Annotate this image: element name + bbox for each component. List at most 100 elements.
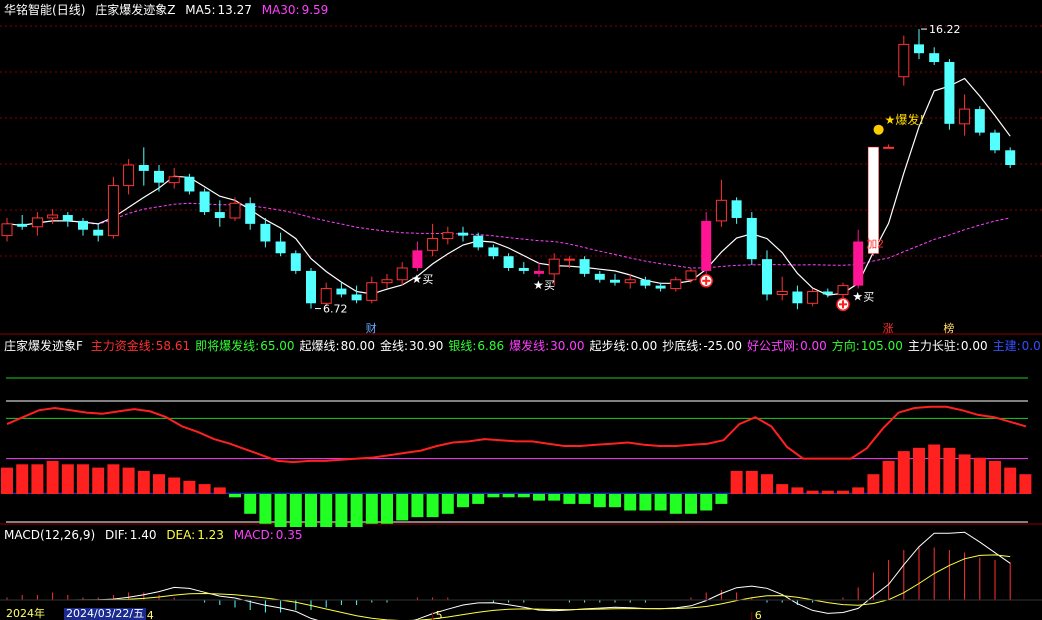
candle-body	[473, 235, 484, 248]
candle	[381, 273, 393, 289]
dea-line	[7, 554, 1011, 620]
oscillator-bar	[183, 480, 196, 494]
oscillator-bar	[609, 494, 621, 508]
dea-value: 1.23	[197, 528, 224, 542]
candle	[594, 270, 605, 283]
indicator-panel	[1, 377, 1032, 527]
candlestick-series	[1, 29, 1016, 310]
candle-body	[138, 165, 149, 171]
candle	[959, 94, 971, 136]
candle-body	[306, 270, 316, 304]
candle-body	[701, 220, 712, 271]
oscillator-bar	[867, 474, 880, 494]
low-price-label: 6.72	[323, 303, 348, 316]
oscillator-bar	[153, 474, 165, 494]
candle	[807, 288, 819, 307]
oscillator-bar	[669, 494, 682, 514]
candle	[245, 197, 256, 230]
candle	[78, 217, 88, 236]
candle	[1005, 147, 1016, 168]
oscillator-bar	[852, 487, 865, 494]
candle	[107, 176, 119, 239]
candle-body	[579, 259, 590, 274]
candle-body	[685, 270, 697, 281]
oscillator-bar	[122, 467, 135, 494]
oscillator-bar	[593, 494, 606, 508]
oscillator-bar	[381, 494, 393, 524]
indicator-name[interactable]: 庄家爆发迹象Z	[95, 3, 175, 17]
bottom-marker: 榜	[943, 321, 954, 335]
oscillator-bar	[806, 490, 819, 494]
oscillator-bar	[77, 464, 89, 494]
candle	[883, 144, 895, 149]
field-value: 0.00	[960, 339, 988, 353]
field-label: 银线:	[448, 339, 477, 353]
oscillator-bar	[517, 494, 530, 498]
candle-body	[427, 238, 439, 251]
candle-body	[290, 253, 301, 271]
period-label[interactable]: (日线)	[52, 3, 85, 17]
oscillator-bar	[943, 447, 956, 494]
candle	[762, 250, 772, 301]
year-label: 2024年	[6, 607, 45, 620]
candle-body	[336, 288, 347, 295]
candle-body	[229, 202, 241, 219]
candle-body	[442, 232, 454, 240]
candle	[275, 232, 286, 257]
candle	[701, 212, 712, 277]
price-gridlines	[0, 25, 1042, 525]
oscillator-bar	[335, 494, 348, 527]
dif-value: 1.40	[129, 528, 157, 542]
stock-name[interactable]: 华铭智能	[4, 3, 52, 17]
field-value: -25.00	[703, 339, 743, 353]
oscillator-bar	[578, 494, 591, 504]
ma30-value: 9.59	[301, 3, 329, 17]
candle-body	[640, 279, 651, 286]
candle-body	[1005, 150, 1016, 165]
oscillator-bar	[837, 490, 849, 494]
candle-body	[1, 223, 13, 237]
oscillator-bar	[213, 487, 226, 494]
candle-body	[762, 259, 772, 295]
oscillator-bar	[441, 494, 454, 514]
burst-label: ★爆发!	[885, 112, 925, 127]
candle-body	[837, 285, 849, 295]
field-label: 主力长驻:	[907, 339, 960, 353]
ma5-value: 13.27	[217, 3, 252, 17]
ma5-label: MA5:	[185, 3, 216, 17]
candle-body	[184, 176, 195, 192]
oscillator-bar	[624, 494, 637, 511]
candle-body	[123, 164, 135, 187]
oscillator-bar	[730, 470, 743, 494]
candle	[154, 165, 164, 192]
candle	[792, 285, 803, 310]
indicator-title[interactable]: 庄家爆发迹象F	[4, 339, 83, 353]
candle	[776, 276, 788, 301]
high-price-label: 16.22	[929, 23, 961, 36]
oscillator-bar	[1004, 467, 1017, 494]
oscillator-bar	[168, 477, 181, 494]
candle-body	[746, 217, 757, 260]
macd-title[interactable]: MACD(12,26,9)	[4, 528, 95, 542]
candle-body	[776, 291, 788, 295]
candle-body	[31, 217, 43, 228]
oscillator-bar	[791, 487, 804, 494]
candle	[442, 226, 454, 245]
candle-body	[503, 256, 514, 268]
candle	[610, 273, 620, 286]
field-value: 80.00	[340, 339, 375, 353]
oscillator-bar	[350, 494, 363, 527]
candle	[929, 47, 940, 65]
candle-body	[396, 267, 408, 281]
field-value: 105.00	[860, 339, 903, 353]
candle-body	[944, 62, 955, 124]
buy-signal-star: ★	[411, 272, 422, 286]
oscillator-bar	[913, 447, 925, 494]
oscillator-bar	[61, 464, 74, 494]
candle	[199, 188, 210, 216]
candle-body	[17, 223, 28, 227]
selected-date[interactable]: 2024/03/22/五	[64, 608, 147, 620]
candle	[412, 241, 423, 271]
bottom-marker: 涨	[883, 322, 894, 335]
candle	[473, 232, 484, 251]
